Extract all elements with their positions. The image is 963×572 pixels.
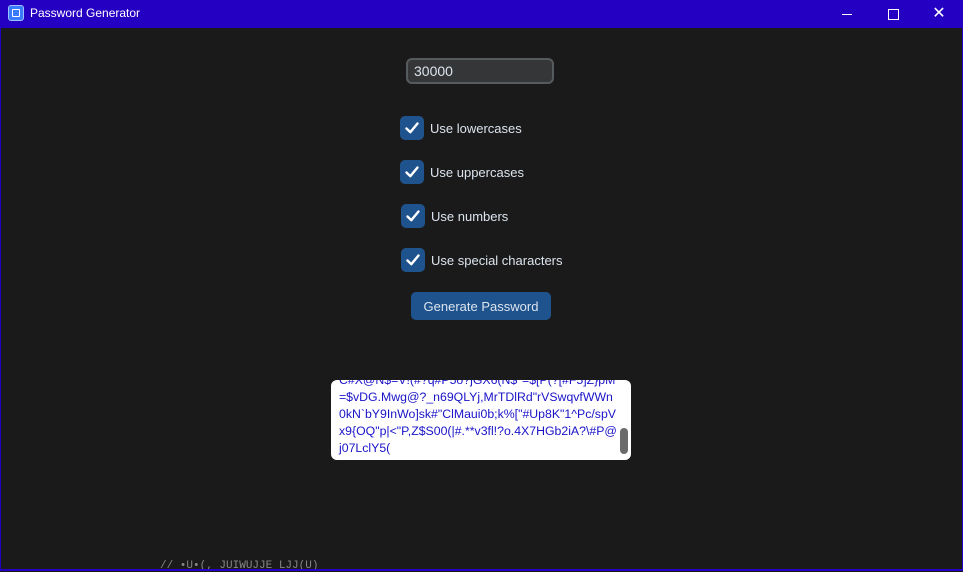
numbers-label: Use numbers (431, 208, 509, 224)
window-left-border (0, 28, 1, 571)
minimize-icon (842, 13, 852, 15)
checkmark-icon (406, 254, 420, 266)
output-scrollbar-thumb[interactable] (620, 428, 628, 454)
password-output-box[interactable]: C#X@N$=V!(#?q#P5o?jGX6(N$*=$[P(?[#F5]Z}p… (331, 380, 631, 460)
special-label: Use special characters (431, 252, 563, 268)
maximize-button[interactable] (870, 0, 916, 28)
lowercase-label: Use lowercases (430, 120, 522, 136)
password-length-input[interactable] (406, 58, 554, 84)
option-special[interactable]: Use special characters (401, 248, 563, 272)
password-output-text[interactable]: C#X@N$=V!(#?q#P5o?jGX6(N$*=$[P(?[#F5]Z}p… (339, 380, 619, 457)
window-title: Password Generator (30, 6, 141, 20)
app-icon (8, 5, 24, 21)
maximize-icon (887, 8, 899, 20)
option-numbers[interactable]: Use numbers (401, 204, 508, 228)
checkmark-icon (405, 122, 419, 134)
minimize-button[interactable] (824, 0, 870, 28)
close-icon: ✕ (932, 5, 946, 22)
option-lowercase[interactable]: Use lowercases (400, 116, 522, 140)
checkmark-icon (406, 210, 420, 222)
special-checkbox[interactable] (401, 248, 425, 272)
option-uppercase[interactable]: Use uppercases (400, 160, 524, 184)
lowercase-checkbox[interactable] (400, 116, 424, 140)
numbers-checkbox[interactable] (401, 204, 425, 228)
close-button[interactable]: ✕ (916, 0, 962, 28)
uppercase-checkbox[interactable] (400, 160, 424, 184)
title-bar: Password Generator ✕ (0, 0, 963, 28)
checkmark-icon (405, 166, 419, 178)
uppercase-label: Use uppercases (430, 164, 524, 180)
generate-password-button[interactable]: Generate Password (411, 292, 551, 320)
